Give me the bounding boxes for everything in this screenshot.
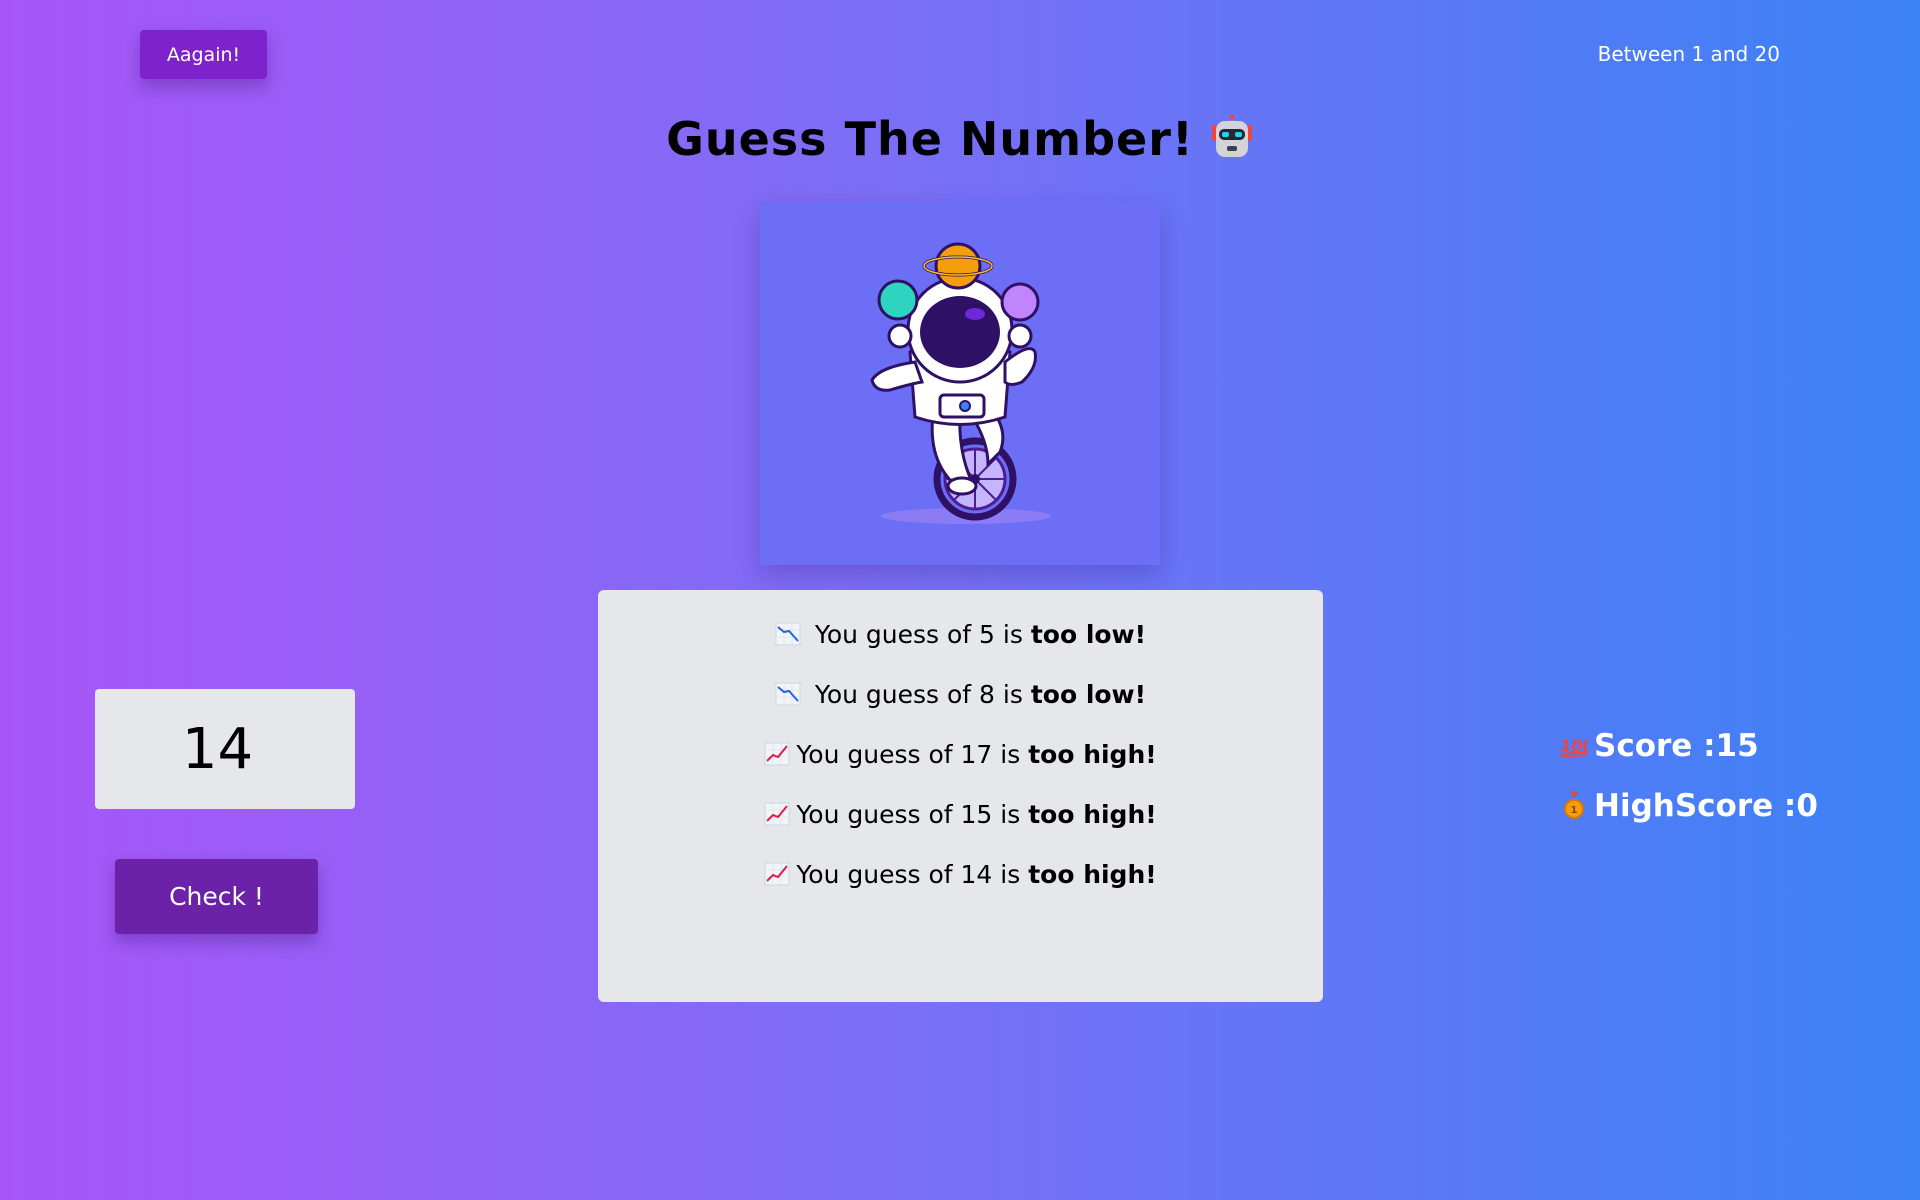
guess-log-panel: You guess of 5 is too low! You guess of …	[598, 590, 1323, 1002]
astronaut-illustration	[760, 202, 1160, 565]
log-entry: You guess of 5 is too low!	[598, 618, 1323, 678]
page-title: Guess The Number!	[0, 112, 1920, 166]
svg-text:1: 1	[1571, 805, 1578, 816]
chart-increasing-icon	[764, 802, 790, 826]
guess-input[interactable]	[95, 689, 355, 809]
check-button[interactable]: Check !	[115, 859, 318, 934]
score-label: Score :15	[1594, 728, 1759, 764]
range-text: Between 1 and 20	[1597, 42, 1780, 66]
log-entry: You guess of 15 is too high!	[598, 798, 1323, 858]
log-entry: You guess of 14 is too high!	[598, 858, 1323, 918]
chart-increasing-icon	[764, 742, 790, 766]
chart-decreasing-icon	[775, 682, 801, 706]
chart-decreasing-icon	[775, 622, 801, 646]
log-entry-verdict: too low!	[1030, 680, 1147, 709]
guess-log-list: You guess of 5 is too low! You guess of …	[598, 590, 1323, 918]
again-button[interactable]: Aagain!	[140, 30, 267, 79]
highscore-row: 1 HighScore :0	[1560, 782, 1818, 842]
medal-icon: 1	[1564, 791, 1584, 819]
hundred-points-icon: 100	[1560, 736, 1588, 758]
score-row: 100 Score :15	[1560, 722, 1818, 782]
log-entry-verdict: too low!	[1030, 620, 1147, 649]
log-entry-text: You guess of 14 is	[796, 860, 1029, 889]
log-entry-verdict: too high!	[1028, 800, 1157, 829]
log-entry: You guess of 8 is too low!	[598, 678, 1323, 738]
astronaut-image	[870, 242, 1051, 524]
log-entry-verdict: too high!	[1028, 860, 1157, 889]
log-entry-text: You guess of 15 is	[796, 800, 1029, 829]
log-entry: You guess of 17 is too high!	[598, 738, 1323, 798]
highscore-label: HighScore :0	[1594, 788, 1818, 824]
log-entry-verdict: too high!	[1028, 740, 1157, 769]
chart-increasing-icon	[764, 862, 790, 886]
robot-icon	[1211, 115, 1252, 157]
score-panel: 100 Score :15 1 HighScore :0	[1560, 722, 1818, 842]
log-entry-text: You guess of 5 is	[806, 620, 1031, 649]
log-entry-text: You guess of 17 is	[796, 740, 1029, 769]
page-title-text: Guess The Number!	[666, 112, 1194, 166]
log-entry-text: You guess of 8 is	[806, 680, 1031, 709]
